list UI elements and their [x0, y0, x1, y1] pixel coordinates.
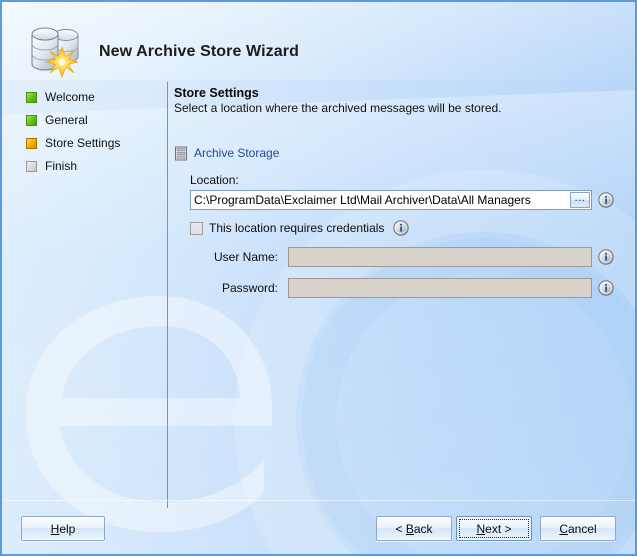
sidebar-item-label: General [45, 113, 88, 127]
ellipsis-browse-icon[interactable]: ... [570, 192, 590, 208]
credentials-checkbox-row: This location requires credentials [190, 220, 625, 236]
password-label: Password: [221, 281, 278, 295]
footer-separator [2, 500, 635, 501]
green-square-icon [26, 91, 37, 103]
cancel-button-label: Cancel [559, 521, 597, 536]
sidebar-item-store-settings[interactable]: Store Settings [26, 132, 156, 154]
group-title: Archive Storage [194, 146, 280, 160]
page-title: New Archive Store Wizard [99, 43, 299, 60]
checkbox-unchecked-icon[interactable] [190, 221, 203, 235]
sidebar-item-welcome[interactable]: Welcome [26, 86, 156, 108]
user-name-input[interactable] [288, 247, 592, 267]
back-button[interactable]: < Back [376, 516, 452, 541]
sidebar-item-label: Store Settings [45, 136, 121, 150]
info-circle-icon[interactable] [393, 220, 410, 236]
green-square-icon [26, 114, 37, 126]
cancel-button[interactable]: Cancel [540, 516, 616, 541]
content-pane: Store Settings Select a location where t… [174, 86, 625, 298]
next-button[interactable]: Next > [456, 516, 532, 541]
header-glow [2, 2, 635, 80]
location-input[interactable]: C:\ProgramData\Exclaimer Ltd\Mail Archiv… [190, 190, 592, 210]
info-circle-icon[interactable] [598, 192, 614, 208]
info-circle-icon[interactable] [598, 249, 614, 265]
next-button-label: Next > [476, 521, 512, 536]
wizard-header: New Archive Store Wizard [2, 2, 635, 80]
sidebar-item-label: Welcome [45, 90, 95, 104]
group-header: Archive Storage [174, 144, 625, 162]
info-circle-icon[interactable] [598, 280, 614, 296]
sidebar-item-finish[interactable]: Finish [26, 155, 156, 177]
orange-square-icon [26, 137, 37, 149]
back-button-label: < Back [395, 521, 433, 536]
grey-square-icon [26, 160, 37, 172]
content-subtitle: Select a location where the archived mes… [174, 101, 502, 115]
content-title: Store Settings [174, 86, 259, 100]
location-input-value: C:\ProgramData\Exclaimer Ltd\Mail Archiv… [194, 193, 531, 207]
vertical-divider [167, 82, 168, 508]
user-name-label: User Name: [213, 250, 278, 264]
password-input[interactable] [288, 278, 592, 298]
database-icon [175, 146, 187, 160]
wizard-step-list: Welcome General Store Settings Finish [26, 86, 156, 178]
password-row: Password: [190, 278, 625, 298]
database-stack-new-icon [31, 27, 80, 78]
help-button[interactable]: Help [21, 516, 105, 541]
location-label: Location: [190, 173, 239, 187]
credentials-checkbox-label[interactable]: This location requires credentials [209, 221, 384, 235]
help-button-label: Help [50, 521, 76, 536]
sidebar-item-label: Finish [45, 159, 78, 173]
wizard-window: New Archive Store Wizard Welcome General… [0, 0, 637, 556]
location-row: C:\ProgramData\Exclaimer Ltd\Mail Archiv… [190, 190, 625, 210]
archive-storage-group: Archive Storage Location: C:\ProgramData… [174, 144, 625, 298]
user-name-row: User Name: [190, 247, 625, 267]
sidebar-item-general[interactable]: General [26, 109, 156, 131]
